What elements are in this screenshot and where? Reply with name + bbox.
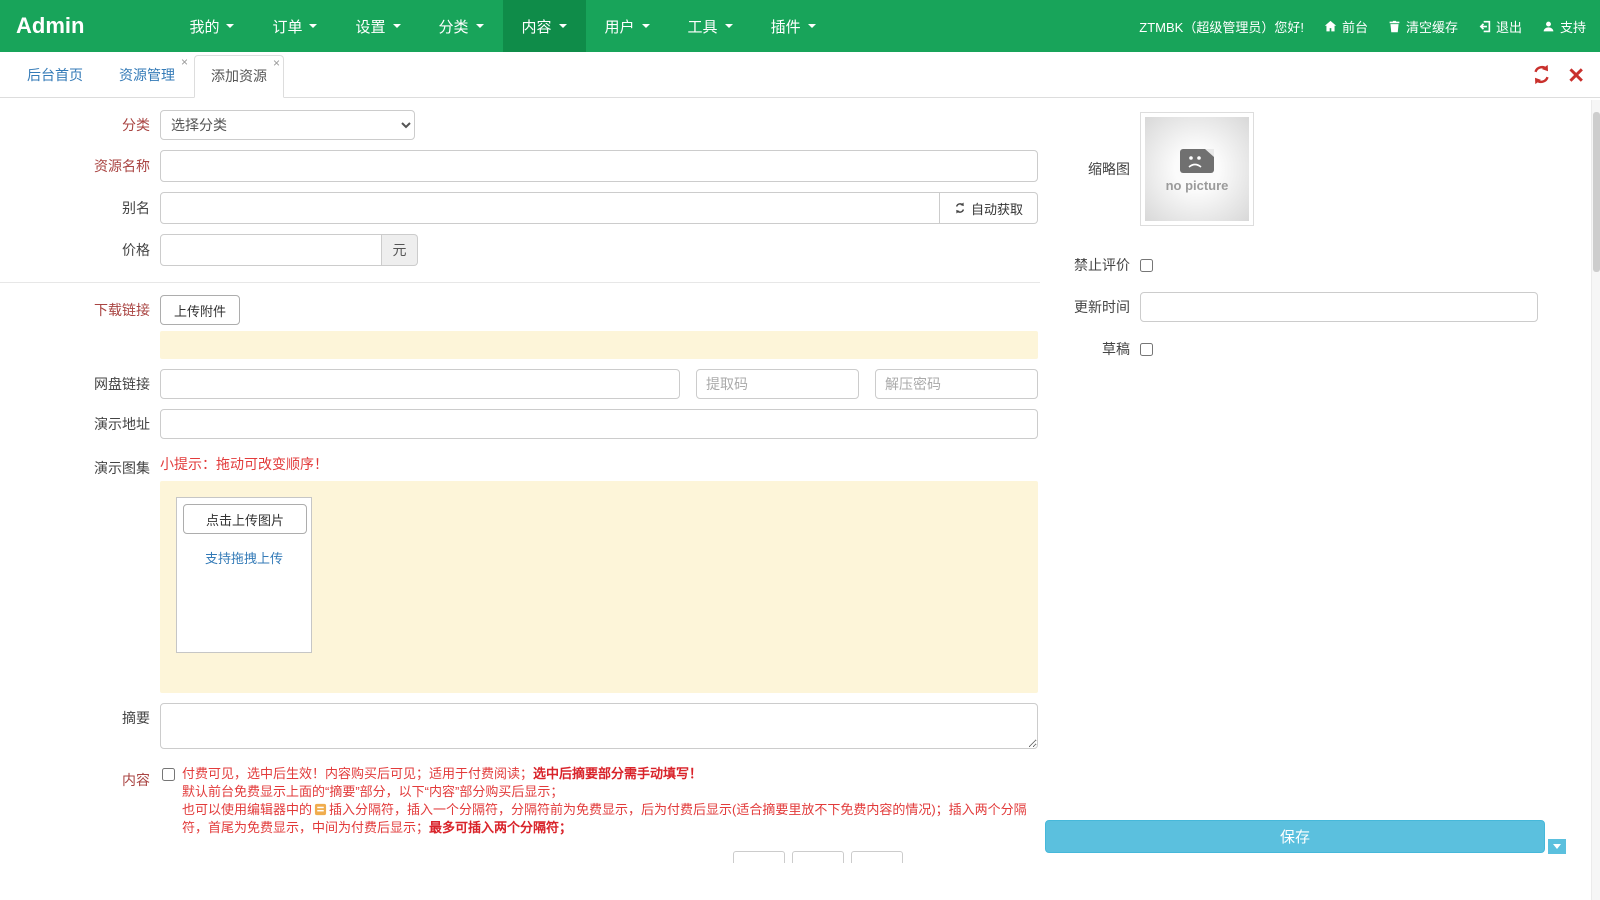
close-all-icon[interactable]: × bbox=[1568, 65, 1584, 85]
content-label: 内容 bbox=[0, 765, 160, 795]
chevron-down-icon bbox=[393, 24, 401, 28]
save-button[interactable]: 保存 bbox=[1045, 820, 1545, 853]
paid-visible-checkbox[interactable] bbox=[162, 768, 175, 781]
tab-add-resource[interactable]: 添加资源 × bbox=[194, 55, 284, 98]
tab-close-icon[interactable]: × bbox=[273, 57, 280, 69]
attachment-list-area bbox=[160, 331, 1038, 359]
chevron-down-icon bbox=[476, 24, 484, 28]
chevron-down-icon bbox=[309, 24, 317, 28]
nav-item-mine[interactable]: 我的 bbox=[170, 0, 253, 52]
divider-insert-icon bbox=[314, 803, 327, 816]
content-help-text: 付费可见，选中后生效！内容购买后可见；适用于付费阅读；选中后摘要部分需手动填写！… bbox=[182, 765, 1030, 837]
category-select[interactable]: 选择分类 bbox=[160, 110, 415, 140]
thumbnail-label: 缩略图 bbox=[1045, 112, 1140, 226]
unzip-password-input[interactable] bbox=[875, 369, 1038, 399]
gallery-upload-card: 点击上传图片 支持拖拽上传 bbox=[176, 497, 312, 653]
download-area: 上传附件 bbox=[160, 295, 1038, 359]
editor-select[interactable] bbox=[851, 851, 903, 863]
navbar-right: ZTMBK（超级管理员）您好! 前台 清空缓存 退出 支持 bbox=[1119, 0, 1600, 52]
price-input[interactable] bbox=[160, 234, 382, 266]
auto-fetch-button[interactable]: 自动获取 bbox=[940, 192, 1038, 224]
tab-bar: 后台首页 资源管理 × 添加资源 × × bbox=[0, 52, 1600, 98]
clear-cache-link[interactable]: 清空缓存 bbox=[1388, 17, 1458, 36]
upload-image-button[interactable]: 点击上传图片 bbox=[183, 504, 307, 534]
scroll-widget[interactable] bbox=[1548, 839, 1566, 854]
home-icon bbox=[1324, 20, 1337, 33]
brand-logo: Admin bbox=[0, 0, 100, 52]
frontend-link[interactable]: 前台 bbox=[1324, 17, 1368, 36]
no-picture-placeholder: no picture bbox=[1145, 117, 1249, 221]
top-navbar: Admin 我的 订单 设置 分类 内容 用户 工具 插件 ZTMBK（超级管理… bbox=[0, 0, 1600, 52]
admin-page: Admin 我的 订单 设置 分类 内容 用户 工具 插件 ZTMBK（超级管理… bbox=[0, 0, 1600, 900]
tab-dashboard[interactable]: 后台首页 bbox=[10, 54, 100, 97]
price-unit: 元 bbox=[382, 234, 418, 266]
tab-close-icon[interactable]: × bbox=[181, 56, 188, 68]
tab-resource-manage[interactable]: 资源管理 × bbox=[102, 54, 192, 97]
nav-item-plugins[interactable]: 插件 bbox=[752, 0, 835, 52]
draft-checkbox[interactable] bbox=[1140, 343, 1153, 356]
chevron-down-icon bbox=[642, 24, 650, 28]
editor-select[interactable] bbox=[792, 851, 844, 863]
thumbnail-box[interactable]: no picture bbox=[1140, 112, 1254, 226]
update-time-label: 更新时间 bbox=[1045, 292, 1140, 322]
logout-icon bbox=[1478, 20, 1491, 33]
editor-toolbar-clipped bbox=[733, 851, 903, 863]
side-panel: 缩略图 no picture 禁止评价 更新时间 bbox=[1045, 98, 1545, 364]
user-icon bbox=[1542, 20, 1555, 33]
price-label: 价格 bbox=[0, 235, 160, 265]
upload-attachment-button[interactable]: 上传附件 bbox=[160, 295, 240, 325]
tab-actions: × bbox=[1531, 64, 1584, 85]
scrollbar-thumb[interactable] bbox=[1593, 112, 1600, 272]
drag-upload-hint: 支持拖拽上传 bbox=[205, 548, 283, 567]
download-link-label: 下载链接 bbox=[0, 295, 160, 325]
support-link[interactable]: 支持 bbox=[1542, 17, 1586, 36]
divider bbox=[0, 282, 1040, 283]
trash-icon bbox=[1388, 20, 1401, 33]
chevron-down-icon bbox=[1553, 844, 1561, 849]
user-greeting: ZTMBK（超级管理员）您好! bbox=[1139, 17, 1304, 36]
editor-select[interactable] bbox=[733, 851, 785, 863]
vertical-scrollbar[interactable] bbox=[1591, 100, 1600, 900]
nav-item-users[interactable]: 用户 bbox=[586, 0, 669, 52]
alias-input[interactable] bbox=[160, 192, 940, 224]
resource-name-input[interactable] bbox=[160, 150, 1038, 182]
no-picture-icon bbox=[1177, 146, 1217, 176]
netdisk-label: 网盘链接 bbox=[0, 369, 160, 399]
resource-form: 分类 选择分类 资源名称 别名 自动获取 bbox=[0, 98, 1040, 837]
refresh-icon[interactable] bbox=[1531, 64, 1552, 85]
disable-review-label: 禁止评价 bbox=[1045, 250, 1140, 280]
summary-label: 摘要 bbox=[0, 703, 160, 733]
chevron-down-icon bbox=[226, 24, 234, 28]
nav-item-orders[interactable]: 订单 bbox=[253, 0, 336, 52]
alias-label: 别名 bbox=[0, 193, 160, 223]
chevron-down-icon bbox=[725, 24, 733, 28]
disable-review-checkbox[interactable] bbox=[1140, 259, 1153, 272]
gallery-dropzone[interactable]: 点击上传图片 支持拖拽上传 bbox=[160, 481, 1038, 693]
chevron-down-icon bbox=[808, 24, 816, 28]
category-label: 分类 bbox=[0, 110, 160, 140]
netdisk-url-input[interactable] bbox=[160, 369, 680, 399]
chevron-down-icon bbox=[559, 24, 567, 28]
extract-code-input[interactable] bbox=[696, 369, 859, 399]
summary-textarea[interactable] bbox=[160, 703, 1038, 749]
gallery-label: 演示图集 bbox=[0, 453, 160, 483]
nav-item-categories[interactable]: 分类 bbox=[420, 0, 503, 52]
netdisk-controls bbox=[160, 369, 1038, 399]
nav-item-content[interactable]: 内容 bbox=[503, 0, 586, 52]
update-time-input[interactable] bbox=[1140, 292, 1538, 322]
nav-item-settings[interactable]: 设置 bbox=[336, 0, 419, 52]
nav-item-tools[interactable]: 工具 bbox=[669, 0, 752, 52]
refresh-icon bbox=[954, 202, 966, 214]
main-menu: 我的 订单 设置 分类 内容 用户 工具 插件 bbox=[170, 0, 834, 52]
logout-link[interactable]: 退出 bbox=[1478, 17, 1522, 36]
gallery-area: 小提示：拖动可改变顺序！ 点击上传图片 支持拖拽上传 bbox=[160, 453, 1038, 693]
demo-url-input[interactable] bbox=[160, 409, 1038, 439]
alias-group: 自动获取 bbox=[160, 192, 1038, 224]
gallery-hint: 小提示：拖动可改变顺序！ bbox=[160, 453, 1038, 475]
draft-label: 草稿 bbox=[1045, 334, 1140, 364]
demo-url-label: 演示地址 bbox=[0, 409, 160, 439]
resource-name-label: 资源名称 bbox=[0, 151, 160, 181]
